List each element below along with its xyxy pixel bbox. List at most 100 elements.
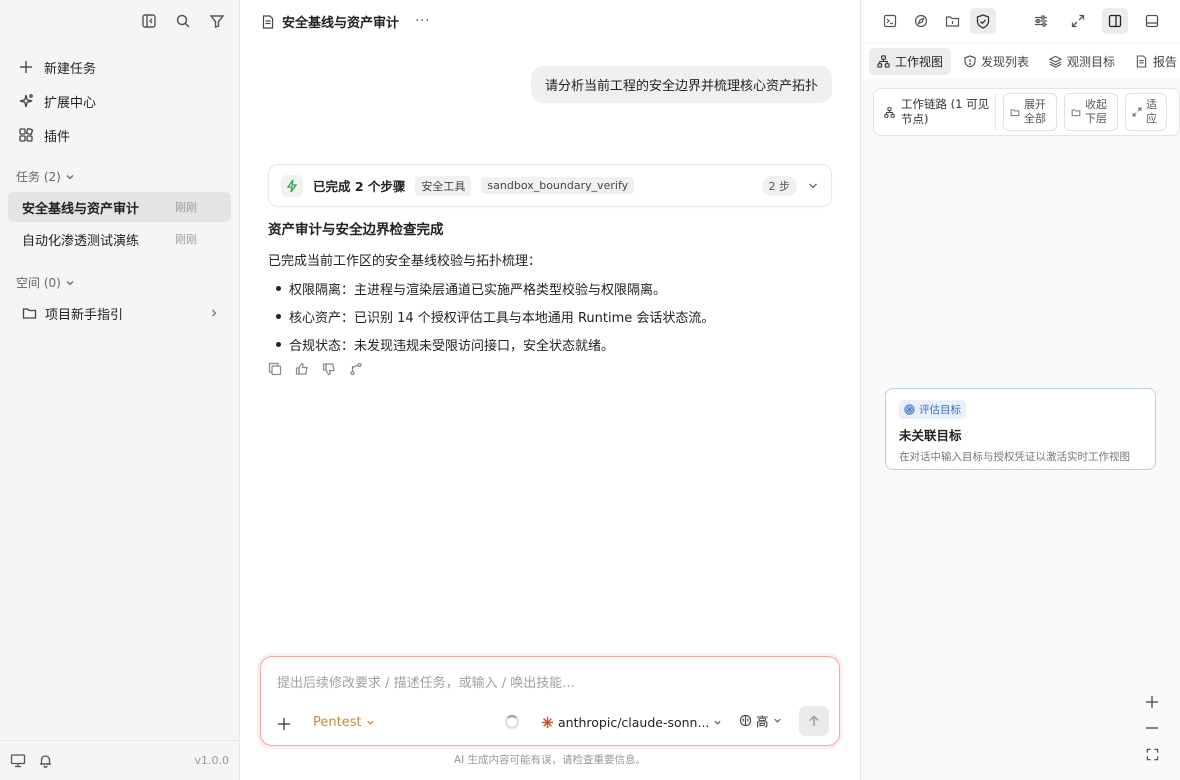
chevron-down-icon[interactable] bbox=[807, 180, 819, 192]
version-label: v1.0.0 bbox=[194, 754, 230, 767]
task-item[interactable]: 自动化渗透测试演练 刚刚 bbox=[8, 224, 231, 254]
target-title: 未关联目标 bbox=[899, 428, 962, 443]
fit-view-label: 适应 bbox=[1146, 97, 1157, 125]
chevron-down-icon bbox=[65, 172, 75, 182]
conversation-title: 安全基线与资产审计 bbox=[282, 16, 400, 31]
tab-label: 工作视图 bbox=[895, 54, 944, 69]
sparkle-icon bbox=[18, 93, 34, 109]
extension-center-label: 扩展中心 bbox=[44, 95, 97, 111]
assistant-answer: 资产审计与安全边界检查完成 已完成当前工作区的安全基线校验与拓扑梳理： 权限隔离… bbox=[268, 218, 828, 363]
model-selector[interactable]: anthropic/claude-sonn... bbox=[541, 715, 722, 730]
right-panel: 工作视图 发现列表 观测目标 报告 工作链路 (1 可见节点) 展开全部 收起下… bbox=[860, 0, 1180, 780]
space-item[interactable]: 项目新手指引 bbox=[8, 298, 231, 328]
tab-report[interactable]: 报告 bbox=[1127, 48, 1180, 75]
composer-input[interactable]: 提出后续修改要求 / 描述任务，或输入 / 唤出技能... bbox=[277, 672, 575, 691]
branch-icon[interactable] bbox=[349, 362, 363, 376]
thumbs-down-icon[interactable] bbox=[322, 362, 336, 376]
main-area: 安全基线与资产审计 ··· 请分析当前工程的安全边界并梳理核心资产拓扑 已完成 … bbox=[240, 0, 860, 780]
plus-icon bbox=[18, 59, 34, 75]
work-chain-label: 工作链路 (1 可见节点) bbox=[884, 94, 996, 130]
terminal-icon[interactable] bbox=[877, 8, 903, 34]
tool-name-tag: sandbox_boundary_verify bbox=[481, 177, 635, 194]
network-icon bbox=[877, 54, 890, 68]
steps-summary-card[interactable]: 已完成 2 个步骤 安全工具 sandbox_boundary_verify 2… bbox=[268, 164, 832, 207]
collapse-sidebar-icon[interactable] bbox=[137, 10, 161, 32]
compass-icon[interactable] bbox=[908, 8, 934, 34]
anthropic-asterisk-icon bbox=[541, 716, 554, 729]
shield-check-icon[interactable] bbox=[970, 8, 996, 34]
ai-disclaimer: AI 生成内容可能有误，请检查重要信息。 bbox=[453, 754, 647, 766]
chevron-right-icon bbox=[209, 308, 219, 318]
filter-icon[interactable] bbox=[205, 10, 229, 32]
monitor-icon[interactable] bbox=[10, 753, 26, 768]
target-badge: 评估目标 bbox=[899, 400, 966, 419]
tab-label: 发现列表 bbox=[981, 54, 1030, 69]
collapse-lower-button[interactable]: 收起下层 bbox=[1064, 93, 1118, 131]
tab-label: 观测目标 bbox=[1067, 54, 1116, 69]
folder-icon bbox=[1071, 108, 1081, 117]
target-icon bbox=[904, 404, 915, 415]
folder-icon bbox=[22, 306, 37, 320]
folder-open-icon bbox=[1010, 108, 1020, 117]
search-icon[interactable] bbox=[171, 10, 195, 32]
panel-toolbar bbox=[861, 0, 1180, 42]
spaces-section-header[interactable]: 空间 (0) bbox=[16, 274, 75, 291]
panel-tabs: 工作视图 发现列表 观测目标 报告 bbox=[861, 44, 1180, 78]
spaces-header-label: 空间 (0) bbox=[16, 276, 61, 290]
sliders-icon[interactable] bbox=[1028, 8, 1054, 34]
bolt-icon bbox=[281, 174, 303, 197]
sidebar-footer: v1.0.0 bbox=[0, 740, 239, 780]
reasoning-level-selector[interactable]: 高 bbox=[739, 711, 782, 730]
tab-findings[interactable]: 发现列表 bbox=[955, 48, 1037, 75]
task-time: 刚刚 bbox=[175, 201, 197, 214]
tool-tag: 安全工具 bbox=[415, 175, 472, 196]
tab-work-view[interactable]: 工作视图 bbox=[869, 47, 952, 75]
mode-selector[interactable]: Pentest bbox=[313, 715, 375, 730]
copy-icon[interactable] bbox=[268, 362, 282, 376]
user-message: 请分析当前工程的安全边界并梳理核心资产拓扑 bbox=[530, 66, 832, 103]
tasks-header-label: 任务 (2) bbox=[16, 170, 61, 184]
chevron-down-icon bbox=[65, 278, 75, 288]
bell-icon[interactable] bbox=[38, 753, 53, 768]
task-title: 自动化渗透测试演练 bbox=[22, 233, 140, 249]
bottom-panel-icon[interactable] bbox=[1139, 8, 1165, 34]
attach-plus-icon[interactable] bbox=[277, 717, 291, 731]
plugins-label: 插件 bbox=[44, 129, 71, 145]
new-task-button[interactable]: 新建任务 bbox=[8, 50, 231, 84]
message-actions bbox=[268, 362, 363, 376]
answer-intro: 已完成当前工作区的安全基线校验与拓扑梳理： bbox=[268, 254, 542, 269]
fullscreen-icon[interactable] bbox=[1138, 742, 1166, 766]
task-item[interactable]: 安全基线与资产审计 刚刚 bbox=[8, 192, 231, 222]
steps-count-badge: 2 步 bbox=[761, 175, 797, 196]
chevron-down-icon bbox=[366, 718, 375, 727]
expand-icon[interactable] bbox=[1065, 8, 1091, 34]
new-task-label: 新建任务 bbox=[44, 61, 97, 77]
steps-title: 已完成 2 个步骤 bbox=[313, 179, 406, 194]
expand-all-label: 展开全部 bbox=[1024, 97, 1046, 125]
panel-toolbar-right bbox=[1028, 8, 1170, 34]
list-item: 权限隔离：主进程与渲染层通道已实施严格类型校验与权限隔离。 bbox=[268, 279, 828, 298]
fit-view-button[interactable]: 适应 bbox=[1125, 93, 1167, 131]
send-button[interactable] bbox=[799, 706, 829, 736]
task-title: 安全基线与资产审计 bbox=[22, 201, 140, 217]
answer-list: 权限隔离：主进程与渲染层通道已实施严格类型校验与权限隔离。 核心资产：已识别 1… bbox=[268, 279, 828, 354]
expand-all-button[interactable]: 展开全部 bbox=[1003, 93, 1057, 131]
sidebar-menu: 新建任务 扩展中心 插件 bbox=[8, 50, 231, 152]
message-composer[interactable]: 提出后续修改要求 / 描述任务，或输入 / 唤出技能... Pentest an… bbox=[260, 656, 840, 746]
work-chain-toolbar: 工作链路 (1 可见节点) 展开全部 收起下层 适应 bbox=[873, 88, 1180, 136]
plugins-button[interactable]: 插件 bbox=[8, 118, 231, 152]
zoom-out-icon[interactable] bbox=[1138, 716, 1166, 740]
layers-icon bbox=[1049, 55, 1063, 68]
fit-arrows-icon bbox=[1132, 107, 1142, 117]
thumbs-up-icon[interactable] bbox=[295, 362, 309, 376]
folder-icon[interactable] bbox=[939, 8, 965, 34]
more-options-button[interactable]: ··· bbox=[415, 14, 430, 29]
extension-center-button[interactable]: 扩展中心 bbox=[8, 84, 231, 118]
task-list: 安全基线与资产审计 刚刚 自动化渗透测试演练 刚刚 bbox=[8, 192, 231, 256]
shield-alert-icon bbox=[963, 54, 976, 68]
split-view-icon[interactable] bbox=[1102, 8, 1128, 34]
zoom-in-icon[interactable] bbox=[1138, 690, 1166, 714]
tab-targets[interactable]: 观测目标 bbox=[1041, 48, 1123, 75]
target-node-card[interactable]: 评估目标 未关联目标 在对话中输入目标与授权凭证以激活实时工作视图 bbox=[885, 388, 1156, 470]
tasks-section-header[interactable]: 任务 (2) bbox=[16, 168, 75, 185]
